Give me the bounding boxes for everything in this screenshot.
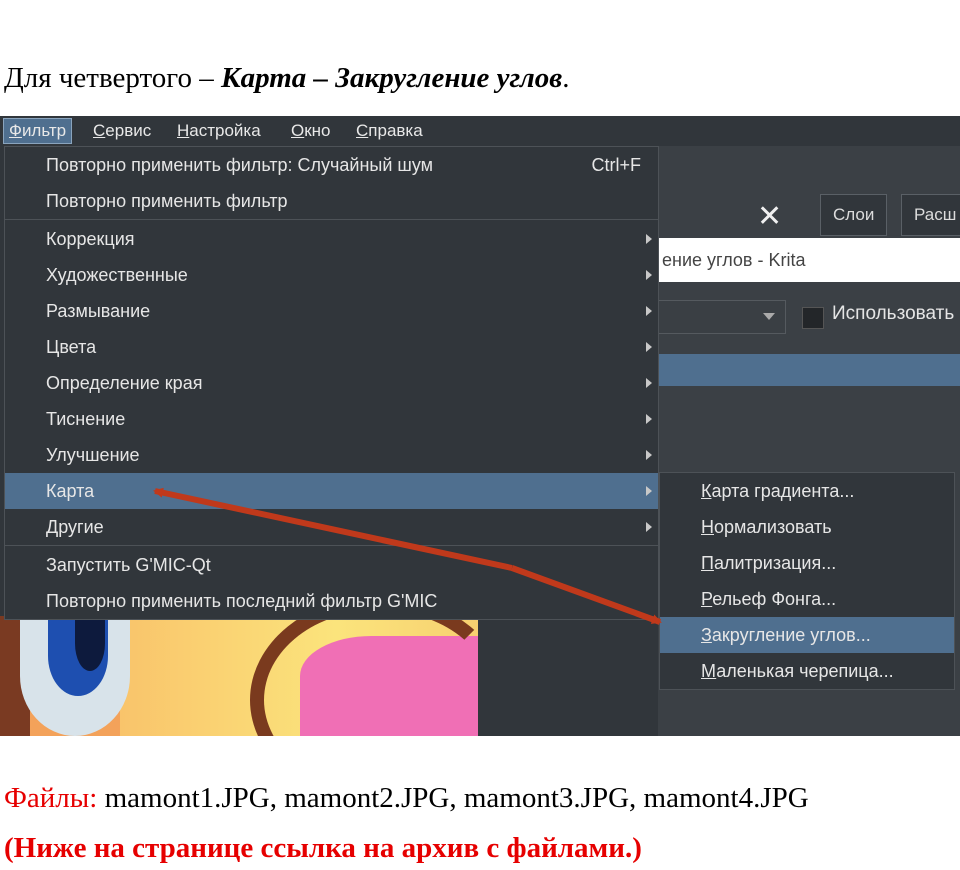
chevron-right-icon	[646, 378, 652, 388]
files-label: Файлы:	[4, 782, 98, 814]
close-icon[interactable]: ✕	[757, 202, 782, 232]
submenu-item-round-corners[interactable]: Закругление углов...	[660, 617, 954, 653]
menu-item-reapply-noise[interactable]: Повторно применить фильтр: Случайный шум…	[5, 147, 658, 183]
map-submenu: Карта градиента... Нормализовать Палитри…	[659, 472, 955, 690]
menu-item-correction[interactable]: Коррекция	[5, 221, 658, 257]
menu-item-gmic[interactable]: Запустить G'MIC-Qt	[5, 547, 658, 583]
chevron-right-icon	[646, 342, 652, 352]
submenu-item-gradient-map[interactable]: Карта градиента...	[660, 473, 954, 509]
files-list: mamont1.JPG, mamont2.JPG, mamont3.JPG, m…	[97, 782, 809, 814]
menu-item-map[interactable]: Карта	[5, 473, 658, 509]
shortcut-label: Ctrl+F	[591, 155, 642, 175]
menu-item-other[interactable]: Другие	[5, 509, 658, 545]
menu-separator	[5, 219, 658, 220]
menu-item-colors[interactable]: Цвета	[5, 329, 658, 365]
intro-emphasis: Карта – Закругление углов	[220, 62, 563, 94]
chevron-right-icon	[646, 486, 652, 496]
chevron-right-icon	[646, 522, 652, 532]
menu-item-reapply-gmic[interactable]: Повторно применить последний фильтр G'MI…	[5, 583, 658, 619]
intro-prefix: Для четвертого –	[4, 62, 221, 94]
submenu-item-palettize[interactable]: Палитризация...	[660, 545, 954, 581]
submenu-item-small-tiles[interactable]: Маленькая черепица...	[660, 653, 954, 689]
menu-filter[interactable]: Фильтр	[3, 118, 73, 144]
menu-item-emboss[interactable]: Тиснение	[5, 401, 658, 437]
menu-help[interactable]: Справка	[351, 119, 428, 143]
menu-item-blur[interactable]: Размывание	[5, 293, 658, 329]
menu-item-edge-detection[interactable]: Определение края	[5, 365, 658, 401]
archive-note: (Ниже на странице ссылка на архив с файл…	[4, 832, 642, 864]
krita-screenshot: Фильтр Сервис Настройка Окно Справка ✕ С…	[0, 116, 960, 736]
menu-settings[interactable]: Настройка	[172, 119, 266, 143]
intro-suffix: .	[562, 62, 570, 94]
chevron-down-icon	[763, 313, 775, 320]
use-checkbox[interactable]	[802, 307, 824, 329]
chevron-right-icon	[646, 414, 652, 424]
chevron-right-icon	[646, 234, 652, 244]
canvas-image[interactable]	[0, 616, 478, 736]
filter-menu: Повторно применить фильтр: Случайный шум…	[4, 146, 659, 620]
selected-row	[658, 354, 960, 386]
menu-item-reapply[interactable]: Повторно применить фильтр	[5, 183, 658, 219]
chevron-right-icon	[646, 450, 652, 460]
menu-window[interactable]: Окно	[286, 119, 336, 143]
use-checkbox-label: Использовать	[832, 303, 955, 324]
tab-extensions[interactable]: Расш	[901, 194, 960, 236]
submenu-item-normalize[interactable]: Нормализовать	[660, 509, 954, 545]
preset-combobox[interactable]	[658, 300, 786, 334]
menu-service[interactable]: Сервис	[88, 119, 156, 143]
menubar: Фильтр Сервис Настройка Окно Справка	[0, 116, 960, 146]
dialog-title: ение углов - Krita	[658, 238, 960, 282]
menu-item-artistic[interactable]: Художественные	[5, 257, 658, 293]
files-line: Файлы: mamont1.JPG, mamont2.JPG, mamont3…	[4, 782, 809, 815]
intro-text: Для четвертого – Карта – Закругление угл…	[4, 62, 569, 95]
menu-separator	[5, 545, 658, 546]
menu-item-enhance[interactable]: Улучшение	[5, 437, 658, 473]
tab-layers[interactable]: Слои	[820, 194, 888, 236]
submenu-item-phong-bumpmap[interactable]: Рельеф Фонга...	[660, 581, 954, 617]
chevron-right-icon	[646, 270, 652, 280]
chevron-right-icon	[646, 306, 652, 316]
